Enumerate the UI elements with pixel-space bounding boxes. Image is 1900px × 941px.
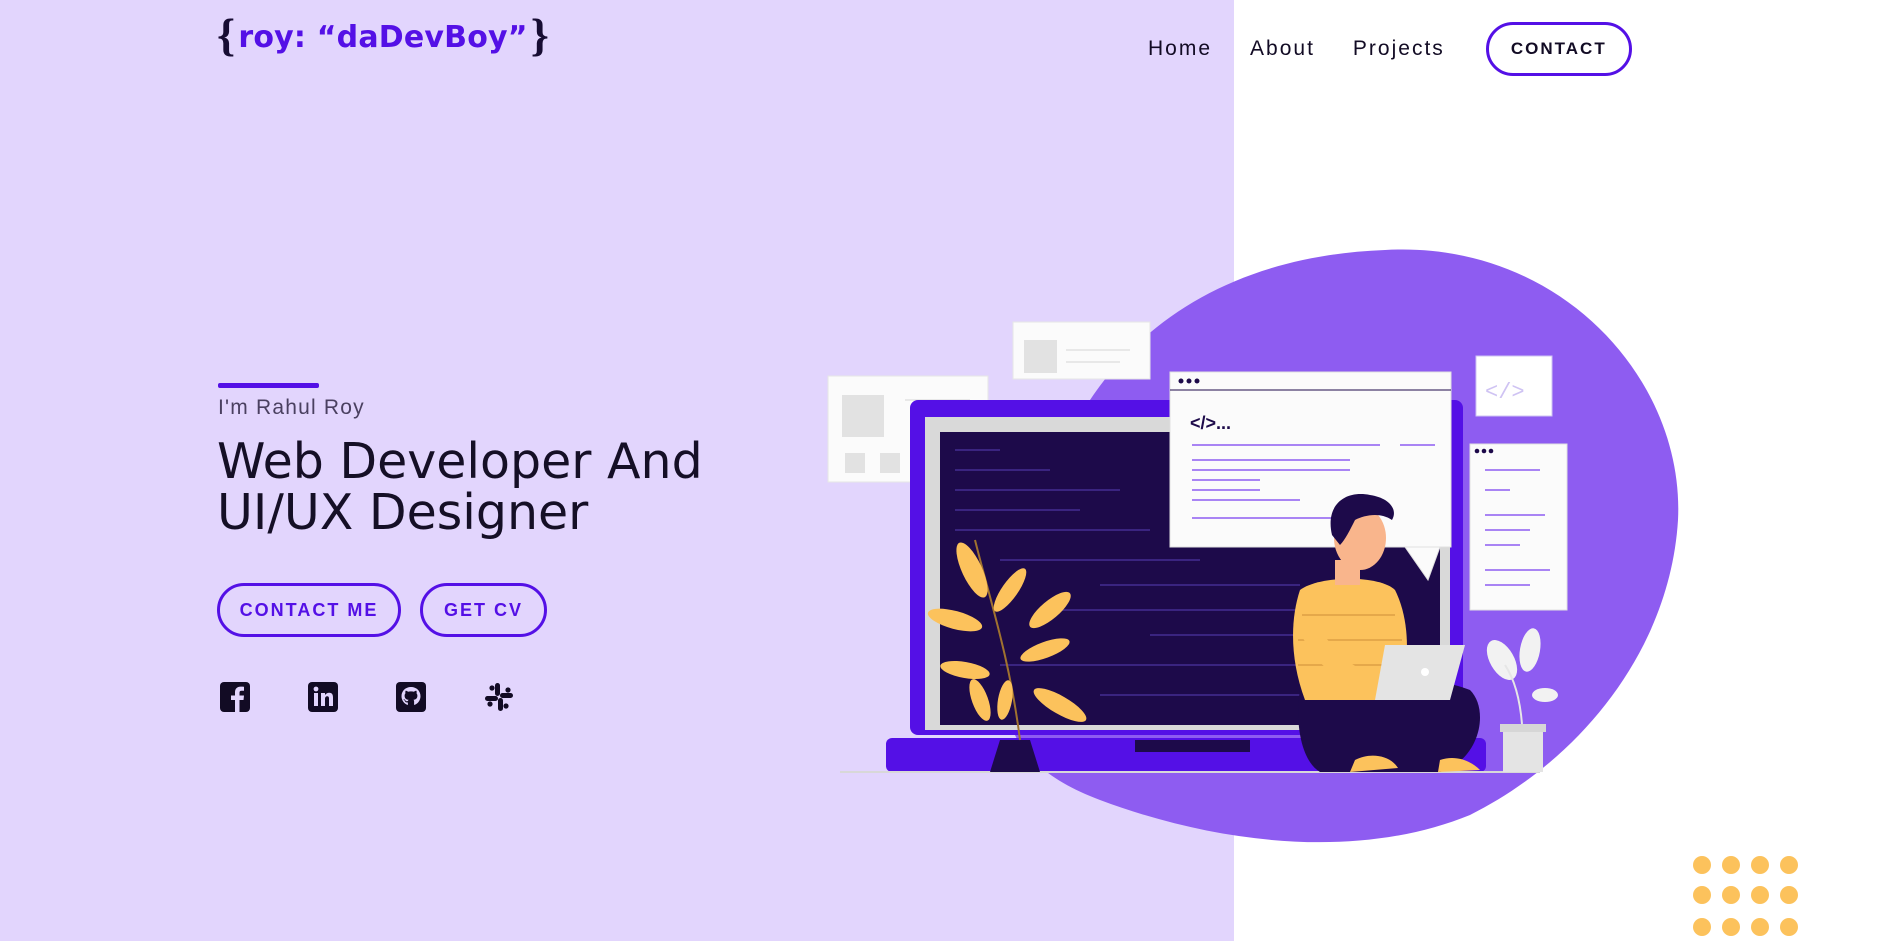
hero-title: Web Developer And UI/UX Designer bbox=[217, 436, 777, 538]
nav-home[interactable]: Home bbox=[1148, 37, 1212, 61]
code-icon-box: </> bbox=[1475, 355, 1553, 417]
github-icon[interactable] bbox=[394, 680, 428, 714]
contact-me-button[interactable]: CONTACT ME bbox=[217, 583, 401, 637]
nav-about[interactable]: About bbox=[1250, 37, 1315, 61]
intro-accent-bar bbox=[218, 383, 319, 388]
logo-brace-open: { bbox=[217, 9, 236, 60]
site-logo[interactable]: { roy: “daDevBoy” } bbox=[217, 9, 550, 60]
ui-card-small bbox=[1012, 321, 1151, 380]
logo-text: roy: “daDevBoy” bbox=[238, 19, 528, 55]
linkedin-icon[interactable] bbox=[306, 680, 340, 714]
hero-intro: I'm Rahul Roy bbox=[218, 396, 365, 419]
code-tag-text: </>... bbox=[1190, 413, 1231, 433]
hero-title-line2: UI/UX Designer bbox=[217, 484, 589, 541]
nav-contact-button[interactable]: CONTACT bbox=[1485, 22, 1632, 76]
svg-text:</>: </> bbox=[1485, 380, 1525, 405]
main-nav: Home About Projects CONTACT bbox=[1148, 22, 1632, 76]
nav-projects[interactable]: Projects bbox=[1353, 37, 1445, 61]
hero-title-line1: Web Developer And bbox=[217, 433, 703, 490]
code-panel bbox=[1469, 443, 1568, 611]
get-cv-button[interactable]: GET CV bbox=[420, 583, 547, 637]
slack-icon[interactable] bbox=[482, 680, 516, 714]
logo-brace-close: } bbox=[530, 9, 550, 60]
facebook-icon[interactable] bbox=[218, 680, 252, 714]
decorative-dots bbox=[1690, 852, 1800, 941]
hero-illustration: </>... </> bbox=[820, 240, 1700, 855]
